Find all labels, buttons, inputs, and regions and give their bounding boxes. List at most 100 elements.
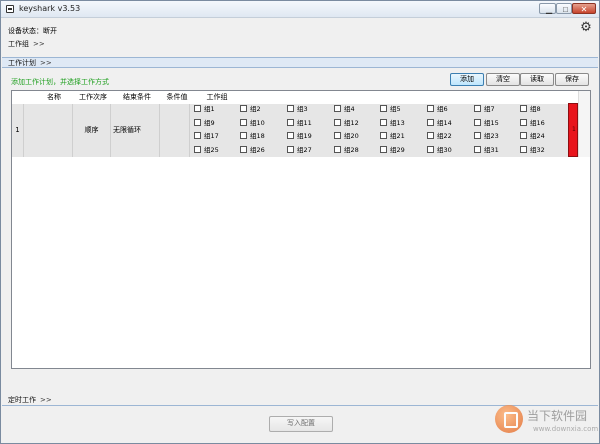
group-option[interactable]: 组22 [427,132,452,140]
checkbox[interactable] [427,105,434,112]
group-option[interactable]: 组20 [334,132,359,140]
cell-order[interactable]: 顺序 [73,104,111,157]
checkbox[interactable] [240,132,247,139]
group-option[interactable]: 组27 [287,146,312,154]
checkbox[interactable] [194,146,201,153]
app-window: keyshark v3.53 ▁ □ ✕ 设备状态：断开 ⚙ 工作组 >> 工作计… [0,0,600,444]
group-option-label: 组24 [530,132,545,140]
title-bar[interactable]: keyshark v3.53 ▁ □ ✕ [1,1,599,18]
group-option[interactable]: 组19 [287,132,312,140]
group-option-label: 组7 [484,105,495,113]
group-option[interactable]: 组15 [474,119,499,127]
minimize-button[interactable]: ▁ [539,3,556,14]
add-button[interactable]: 添加 [450,73,484,86]
group-option[interactable]: 组12 [334,119,359,127]
checkbox[interactable] [287,132,294,139]
group-option[interactable]: 组24 [520,132,545,140]
group-option[interactable]: 组2 [240,105,261,113]
group-option[interactable]: 组26 [240,146,265,154]
checkbox[interactable] [474,105,481,112]
group-option[interactable]: 组9 [194,119,215,127]
checkbox[interactable] [240,119,247,126]
group-option[interactable]: 组11 [287,119,312,127]
group-option[interactable]: 组4 [334,105,355,113]
close-button[interactable]: ✕ [572,3,596,14]
cell-name[interactable] [24,104,73,157]
checkbox[interactable] [334,105,341,112]
column-header-order: 工作次序 [74,91,112,104]
checkbox[interactable] [380,105,387,112]
group-option[interactable]: 组23 [474,132,499,140]
checkbox[interactable] [334,146,341,153]
group-option[interactable]: 组31 [474,146,499,154]
group-option[interactable]: 组32 [520,146,545,154]
window-title: keyshark v3.53 [19,4,81,13]
group-option-label: 组22 [437,132,452,140]
group-option[interactable]: 组29 [380,146,405,154]
checkbox[interactable] [474,119,481,126]
group-option[interactable]: 组1 [194,105,215,113]
row-index: 1 [12,104,24,157]
checkbox[interactable] [520,146,527,153]
section-work-group[interactable]: 工作组 >> [2,39,598,50]
group-option[interactable]: 组25 [194,146,219,154]
maximize-button[interactable]: □ [556,3,572,14]
save-button[interactable]: 保存 [555,73,589,86]
group-option[interactable]: 组10 [240,119,265,127]
checkbox[interactable] [427,146,434,153]
checkbox[interactable] [334,119,341,126]
cell-condition-value[interactable] [160,104,190,157]
group-option-label: 组32 [530,146,545,154]
group-option[interactable]: 组28 [334,146,359,154]
checkbox[interactable] [194,105,201,112]
group-option[interactable]: 组13 [380,119,405,127]
row-selector[interactable]: 1 [568,103,578,157]
gear-icon[interactable]: ⚙ [579,21,593,35]
group-option[interactable]: 组18 [240,132,265,140]
checkbox[interactable] [194,132,201,139]
checkbox[interactable] [287,146,294,153]
group-option[interactable]: 组3 [287,105,308,113]
section-work-plan-label: 工作计划 [8,59,36,67]
group-option[interactable]: 组7 [474,105,495,113]
checkbox[interactable] [427,132,434,139]
checkbox[interactable] [474,132,481,139]
group-option[interactable]: 组5 [380,105,401,113]
group-option[interactable]: 组16 [520,119,545,127]
read-button[interactable]: 读取 [520,73,554,86]
group-option[interactable]: 组30 [427,146,452,154]
group-option-label: 组28 [344,146,359,154]
row-selector-mark: 1 [572,126,576,133]
work-plan-table[interactable]: 名称 工作次序 结束条件 条件值 工作组 1 顺序 无限循环 组1 组2 组3 组4 组… [11,90,591,369]
group-option-label: 组26 [250,146,265,154]
checkbox[interactable] [380,119,387,126]
checkbox[interactable] [520,105,527,112]
checkbox[interactable] [380,132,387,139]
group-option[interactable]: 组17 [194,132,219,140]
checkbox[interactable] [520,119,527,126]
group-option[interactable]: 组6 [427,105,448,113]
checkbox[interactable] [520,132,527,139]
section-work-plan[interactable]: 工作计划 >> [2,57,598,68]
checkbox[interactable] [287,105,294,112]
checkbox[interactable] [240,146,247,153]
group-option-label: 组10 [250,119,265,127]
checkbox[interactable] [334,132,341,139]
cell-end-condition[interactable]: 无限循环 [111,104,160,157]
checkbox[interactable] [240,105,247,112]
group-option[interactable]: 组8 [520,105,541,113]
group-option-label: 组20 [344,132,359,140]
checkbox[interactable] [380,146,387,153]
clear-button[interactable]: 清空 [486,73,520,86]
group-option-label: 组12 [344,119,359,127]
write-config-button[interactable]: 写入配置 [269,416,333,432]
group-option[interactable]: 组21 [380,132,405,140]
group-option-label: 组11 [297,119,312,127]
checkbox[interactable] [194,119,201,126]
group-option-label: 组17 [204,132,219,140]
checkbox[interactable] [474,146,481,153]
checkbox[interactable] [427,119,434,126]
group-option[interactable]: 组14 [427,119,452,127]
checkbox[interactable] [287,119,294,126]
group-option-label: 组27 [297,146,312,154]
